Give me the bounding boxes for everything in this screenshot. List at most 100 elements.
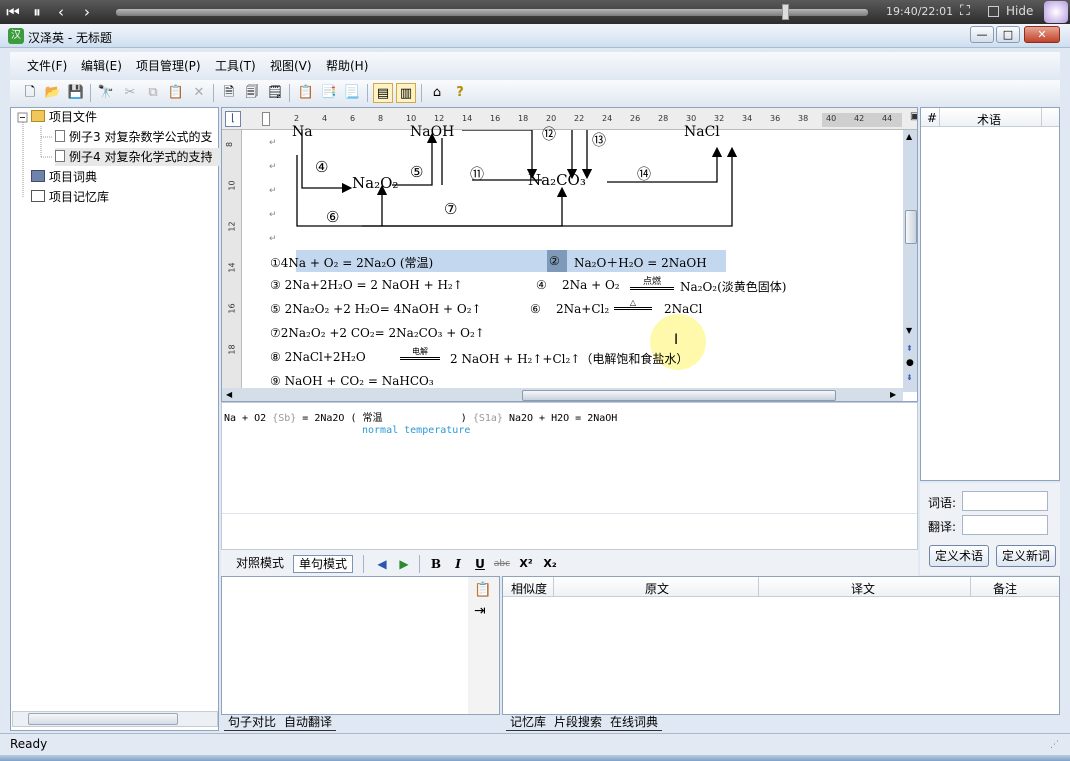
view-single-icon[interactable]: ▥ (396, 83, 416, 103)
term-col-num[interactable]: # (927, 111, 937, 125)
indent-marker[interactable] (262, 112, 270, 126)
menu-edit[interactable]: 编辑(E) (76, 57, 127, 74)
paste-icon[interactable]: 📋 (166, 83, 186, 103)
folder-icon (31, 110, 45, 122)
underline-button[interactable]: U (471, 555, 489, 573)
resize-grip-icon[interactable]: ⋰ (1050, 740, 1059, 750)
doc-vscrollbar[interactable]: ▲ ▼ ⇞ ● ⇟ (903, 130, 917, 392)
status-text: Ready (10, 737, 48, 751)
equation-4-num: ④ (536, 278, 547, 292)
superscript-button[interactable]: X² (517, 555, 535, 573)
save-icon[interactable]: 💾 (66, 83, 86, 103)
document-editor[interactable]: ⌊ ▣ 246810121416182022242628303234363840… (221, 107, 918, 402)
tree-memory[interactable]: 项目记忆库 (31, 188, 109, 206)
cut-icon[interactable]: ✂ (120, 83, 140, 103)
prev-segment-icon[interactable]: ◀ (373, 555, 391, 573)
strikethrough-button[interactable]: abc (493, 555, 511, 573)
scroll-left-icon[interactable]: ◀ (226, 390, 232, 399)
term-list[interactable]: # 术语 (920, 107, 1060, 481)
close-button[interactable]: ✕ (1024, 26, 1060, 43)
next-segment-icon[interactable]: ▶ (395, 555, 413, 573)
prev-page-icon[interactable]: ⇞ (906, 344, 913, 353)
term-col-term[interactable]: 术语 (977, 111, 1001, 128)
save-doc-icon[interactable]: 🗐 (242, 83, 262, 103)
compare-mode-button[interactable]: 对照模式 (231, 555, 289, 573)
fullscreen-icon[interactable]: ⛶ (960, 3, 976, 19)
tab-stop-icon[interactable]: ⌊ (225, 111, 241, 127)
hide-checkbox[interactable] (988, 6, 999, 17)
find-icon[interactable]: 🔭 (96, 83, 116, 103)
new-icon[interactable]: 🗋 (20, 83, 40, 103)
seek-track[interactable] (116, 9, 868, 16)
subscript-button[interactable]: X₂ (541, 555, 559, 573)
condition-electrolysis: 电解 (400, 346, 440, 360)
define-word-button[interactable]: 定义新词 (996, 545, 1056, 567)
ruler-toggle-icon[interactable]: ▣ (910, 111, 917, 127)
copy-to-target-icon[interactable]: 📋 (474, 582, 491, 598)
menu-file[interactable]: 文件(F) (22, 57, 72, 74)
menu-help[interactable]: 帮助(H) (321, 57, 373, 74)
browse-object-icon[interactable]: ● (906, 358, 914, 368)
tm-add-icon[interactable]: 📋 (296, 83, 316, 103)
tree-hscroll-thumb[interactable] (28, 713, 178, 725)
scroll-right-icon[interactable]: ▶ (890, 390, 896, 399)
scroll-down-icon[interactable]: ▼ (906, 326, 912, 335)
define-term-button[interactable]: 定义术语 (929, 545, 989, 567)
ruler-tick: 30 (686, 114, 697, 123)
tab-sentence-compare[interactable]: 句子对比 (224, 713, 281, 731)
single-mode-button[interactable]: 单句模式 (293, 555, 354, 573)
insert-icon[interactable]: ⇥ (474, 603, 486, 619)
translation-memory-pane[interactable]: 相似度 原文 译文 备注 (502, 576, 1060, 715)
doc-hscroll-thumb[interactable] (522, 390, 836, 401)
format-toolbar: 对照模式 单句模式 ◀ ▶ B I U abc X² X₂ (221, 550, 918, 576)
add-doc-icon[interactable]: 🗎 (219, 83, 239, 103)
menu-project[interactable]: 项目管理(P) (131, 57, 206, 74)
source-text-pane[interactable]: Na + O2 {Sb} = 2Na2O ( 常温 ) {S1a} Na2O +… (221, 402, 918, 550)
next-page-icon[interactable]: ⇟ (906, 373, 913, 382)
home-icon[interactable]: ⌂ (427, 83, 447, 103)
delete-icon[interactable]: ✕ (189, 83, 209, 103)
view-compare-icon[interactable]: ▤ (373, 83, 393, 103)
equation-7: ⑦2Na₂O₂ +2 CO₂= 2Na₂CO₃ + O₂↑ (270, 326, 485, 340)
ruler-tick: 44 (882, 114, 893, 123)
word-input[interactable] (962, 491, 1048, 511)
copy-icon[interactable]: ⧉ (143, 83, 163, 103)
seek-knob[interactable] (782, 4, 789, 20)
doc-hscrollbar[interactable]: ◀ ▶ (222, 388, 903, 401)
tree-item-example3[interactable]: 例子3 对复杂数学公式的支 (55, 128, 212, 146)
bold-button[interactable]: B (427, 555, 445, 573)
tab-auto-translate[interactable]: 自动翻译 (280, 713, 337, 731)
open-icon[interactable]: 📂 (43, 83, 63, 103)
skip-back-icon[interactable]: ⏮ (4, 3, 22, 21)
translation-input[interactable] (962, 515, 1048, 535)
tab-online-dict[interactable]: 在线词典 (606, 713, 663, 731)
tm-copy-icon[interactable]: 📑 (319, 83, 339, 103)
tree-root[interactable]: 项目文件 (31, 108, 97, 126)
tm-col-similarity[interactable]: 相似度 (511, 580, 547, 597)
equation-9: ⑨ NaOH + CO₂ = NaHCO₃ (270, 374, 434, 388)
word-label: 词语: (928, 496, 957, 510)
italic-button[interactable]: I (449, 555, 467, 573)
sentence-compare-pane[interactable]: 📋 ⇥ (221, 576, 500, 715)
minimize-button[interactable]: — (970, 26, 994, 43)
scroll-up-icon[interactable]: ▲ (906, 132, 912, 141)
tm-col-note[interactable]: 备注 (993, 580, 1017, 597)
tm-col-target[interactable]: 译文 (851, 580, 875, 597)
tree-dict[interactable]: 项目词典 (31, 168, 97, 186)
tab-fragment-search[interactable]: 片段搜索 (550, 713, 607, 731)
tree-item-example4[interactable]: 例子4 对复杂化学式的支持 (55, 148, 220, 166)
maximize-button[interactable]: □ (996, 26, 1020, 43)
text-cursor-icon: I (674, 332, 679, 348)
doc-export-icon[interactable]: 🗒 (265, 83, 285, 103)
pause-icon[interactable]: ⏸ (28, 3, 46, 21)
doc-vscroll-thumb[interactable] (905, 210, 917, 244)
tm-col-source[interactable]: 原文 (645, 580, 669, 597)
prev-icon[interactable]: ‹ (52, 3, 70, 21)
menu-tools[interactable]: 工具(T) (210, 57, 261, 74)
tab-memory[interactable]: 记忆库 (506, 713, 551, 731)
help-icon[interactable]: ? (450, 83, 470, 103)
tree-hscrollbar[interactable] (12, 711, 218, 727)
tm-paste-icon[interactable]: 📃 (342, 83, 362, 103)
menu-view[interactable]: 视图(V) (265, 57, 317, 74)
next-icon[interactable]: › (78, 3, 96, 21)
